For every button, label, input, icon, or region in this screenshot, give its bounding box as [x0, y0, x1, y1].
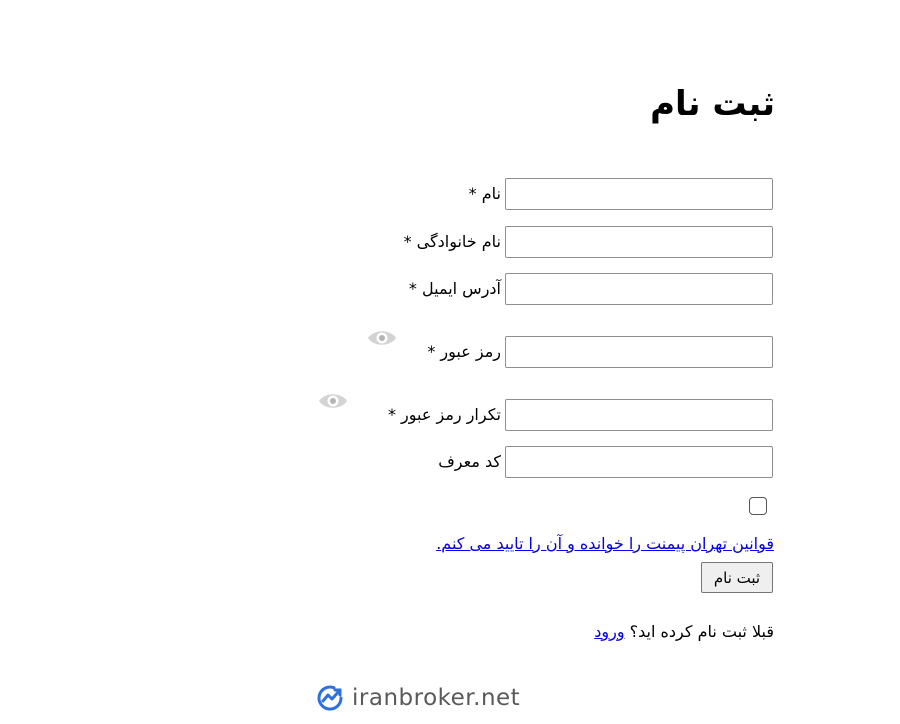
login-prompt-text: قبلا ثبت نام کرده اید؟	[629, 622, 774, 641]
show-password-eye-icon[interactable]	[366, 326, 398, 350]
page-title: ثبت نام	[650, 84, 775, 124]
referral-code-input[interactable]	[505, 446, 773, 478]
password-confirm-row: تکرار رمز عبور *	[173, 394, 773, 433]
login-prompt: قبلا ثبت نام کرده اید؟ ورود	[594, 622, 774, 641]
trend-chart-icon	[314, 682, 346, 714]
password-confirm-label: تکرار رمز عبور *	[387, 405, 501, 424]
password-row: رمز عبور *	[173, 331, 773, 370]
login-link[interactable]: ورود	[594, 622, 624, 641]
password-confirm-input[interactable]	[505, 399, 773, 431]
last-name-row: نام خانوادگی *	[173, 226, 773, 260]
iranbroker-logo: iranbroker.net	[314, 682, 520, 714]
register-submit-button[interactable]: ثبت نام	[701, 562, 773, 593]
terms-link[interactable]: قوانین تهران پیمنت را خوانده و آن را تای…	[436, 534, 774, 553]
password-label: رمز عبور *	[427, 342, 501, 361]
referral-code-label: کد معرف	[438, 452, 501, 471]
password-input[interactable]	[505, 336, 773, 368]
last-name-input[interactable]	[505, 226, 773, 258]
referral-row: کد معرف	[173, 446, 773, 480]
email-input[interactable]	[505, 273, 773, 305]
first-name-input[interactable]	[505, 178, 773, 210]
last-name-label: نام خانوادگی *	[403, 232, 501, 251]
email-label: آدرس ایمیل *	[408, 279, 501, 298]
email-row: آدرس ایمیل *	[173, 273, 773, 307]
first-name-row: نام *	[173, 178, 773, 212]
logo-text: iranbroker.net	[352, 685, 521, 711]
terms-checkbox[interactable]	[749, 497, 767, 515]
show-password-confirm-eye-icon[interactable]	[317, 389, 349, 413]
first-name-label: نام *	[468, 184, 501, 203]
